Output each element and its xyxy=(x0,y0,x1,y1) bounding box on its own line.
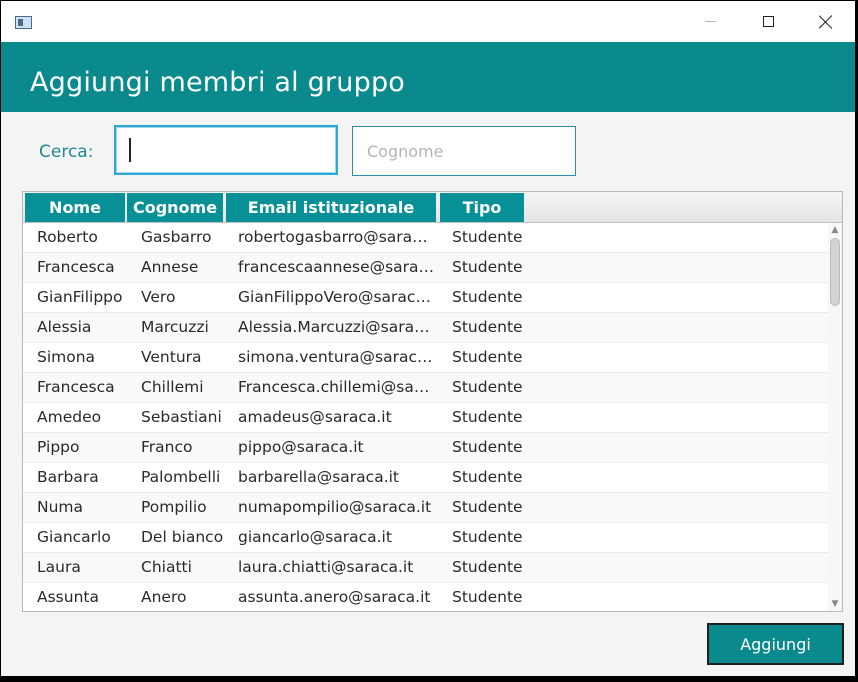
cell-cognome: Sebastiani xyxy=(141,408,222,426)
app-window: Aggiungi membri al gruppo Cerca: Nome Co… xyxy=(1,1,855,676)
cell-nome: Francesca xyxy=(37,258,115,276)
name-search-input[interactable] xyxy=(114,125,338,175)
cell-cognome: Chiatti xyxy=(141,558,192,576)
add-button[interactable]: Aggiungi xyxy=(707,623,844,665)
cell-tipo: Studente xyxy=(452,468,523,486)
table-row[interactable]: Alessia Marcuzzi Alessia.Marcuzzi@saraca… xyxy=(23,313,828,343)
cell-email: Alessia.Marcuzzi@saraca.it xyxy=(238,318,435,336)
chevron-down-icon[interactable]: ▼ xyxy=(828,597,842,611)
table-row[interactable]: Francesca Annese francescaannese@saraca.… xyxy=(23,253,828,283)
table-row[interactable]: Assunta Anero assunta.anero@saraca.it St… xyxy=(23,583,828,611)
cell-cognome: Franco xyxy=(141,438,193,456)
cell-tipo: Studente xyxy=(452,288,523,306)
cell-nome: Alessia xyxy=(37,318,92,336)
table-row[interactable]: Simona Ventura simona.ventura@saraca.it … xyxy=(23,343,828,373)
table-header: Nome Cognome Email istituzionale Tipo xyxy=(23,192,842,223)
cell-cognome: Annese xyxy=(141,258,199,276)
cell-nome: Giancarlo xyxy=(37,528,111,546)
cell-tipo: Studente xyxy=(452,318,523,336)
members-table: Nome Cognome Email istituzionale Tipo Ro… xyxy=(22,191,843,612)
cell-tipo: Studente xyxy=(452,378,523,396)
close-icon xyxy=(819,15,833,29)
page-title: Aggiungi membri al gruppo xyxy=(30,67,406,98)
close-button[interactable] xyxy=(797,1,855,42)
column-header-cognome[interactable]: Cognome xyxy=(127,193,223,222)
cell-nome: Laura xyxy=(37,558,81,576)
cell-email: giancarlo@saraca.it xyxy=(238,528,392,546)
cell-nome: Numa xyxy=(37,498,84,516)
column-header-nome[interactable]: Nome xyxy=(25,193,125,222)
title-bar xyxy=(1,1,855,42)
table-body: Roberto Gasbarro robertogasbarro@saraca.… xyxy=(23,223,828,611)
cell-nome: Assunta xyxy=(37,588,99,606)
surname-search-input[interactable] xyxy=(352,126,576,176)
cell-email: assunta.anero@saraca.it xyxy=(238,588,431,606)
app-window-icon xyxy=(15,16,32,29)
cell-email: simona.ventura@saraca.it xyxy=(238,348,435,366)
cell-tipo: Studente xyxy=(452,228,523,246)
cell-nome: Simona xyxy=(37,348,96,366)
table-row[interactable]: Amedeo Sebastiani amadeus@saraca.it Stud… xyxy=(23,403,828,433)
cell-cognome: Palombelli xyxy=(141,468,221,486)
cell-nome: Roberto xyxy=(37,228,98,246)
page-header: Aggiungi membri al gruppo xyxy=(1,42,855,112)
cell-cognome: Pompilio xyxy=(141,498,207,516)
column-header-tipo[interactable]: Tipo xyxy=(440,193,524,222)
cell-cognome: Gasbarro xyxy=(141,228,212,246)
cell-cognome: Vero xyxy=(141,288,176,306)
text-caret xyxy=(129,138,131,162)
cell-nome: GianFilippo xyxy=(37,288,123,306)
table-row[interactable]: Giancarlo Del bianco giancarlo@saraca.it… xyxy=(23,523,828,553)
cell-tipo: Studente xyxy=(452,498,523,516)
cell-email: francescaannese@saraca.it xyxy=(238,258,435,276)
cell-email: amadeus@saraca.it xyxy=(238,408,392,426)
scrollbar-thumb[interactable] xyxy=(830,238,840,306)
table-row[interactable]: Roberto Gasbarro robertogasbarro@saraca.… xyxy=(23,223,828,253)
cell-email: GianFilippoVero@saraca.it xyxy=(238,288,435,306)
cell-email: pippo@saraca.it xyxy=(238,438,364,456)
cell-nome: Francesca xyxy=(37,378,115,396)
cell-tipo: Studente xyxy=(452,438,523,456)
cell-tipo: Studente xyxy=(452,528,523,546)
table-row[interactable]: Numa Pompilio numapompilio@saraca.it Stu… xyxy=(23,493,828,523)
cell-tipo: Studente xyxy=(452,348,523,366)
table-row[interactable]: Laura Chiatti laura.chiatti@saraca.it St… xyxy=(23,553,828,583)
cell-nome: Barbara xyxy=(37,468,99,486)
table-row[interactable]: Francesca Chillemi Francesca.chillemi@sa… xyxy=(23,373,828,403)
cell-nome: Pippo xyxy=(37,438,80,456)
cell-cognome: Chillemi xyxy=(141,378,204,396)
cell-cognome: Del bianco xyxy=(141,528,224,546)
cell-tipo: Studente xyxy=(452,258,523,276)
cell-nome: Amedeo xyxy=(37,408,102,426)
maximize-icon xyxy=(762,16,774,27)
table-row[interactable]: GianFilippo Vero GianFilippoVero@saraca.… xyxy=(23,283,828,313)
cell-cognome: Ventura xyxy=(141,348,202,366)
cell-cognome: Marcuzzi xyxy=(141,318,209,336)
cell-tipo: Studente xyxy=(452,408,523,426)
cell-cognome: Anero xyxy=(141,588,187,606)
cell-email: numapompilio@saraca.it xyxy=(238,498,432,516)
chevron-up-icon[interactable]: ▲ xyxy=(828,223,842,237)
search-label: Cerca: xyxy=(39,142,94,162)
minimize-icon xyxy=(704,21,716,22)
maximize-button[interactable] xyxy=(739,1,797,42)
cell-email: Francesca.chillemi@saraca.it xyxy=(238,378,435,396)
table-row[interactable]: Pippo Franco pippo@saraca.it Studente xyxy=(23,433,828,463)
table-row[interactable]: Barbara Palombelli barbarella@saraca.it … xyxy=(23,463,828,493)
cell-email: robertogasbarro@saraca.it xyxy=(238,228,435,246)
column-header-email[interactable]: Email istituzionale xyxy=(226,193,436,222)
cell-email: barbarella@saraca.it xyxy=(238,468,400,486)
cell-tipo: Studente xyxy=(452,588,523,606)
cell-tipo: Studente xyxy=(452,558,523,576)
minimize-button[interactable] xyxy=(681,1,739,42)
vertical-scrollbar[interactable]: ▲ ▼ xyxy=(828,223,842,611)
cell-email: laura.chiatti@saraca.it xyxy=(238,558,414,576)
